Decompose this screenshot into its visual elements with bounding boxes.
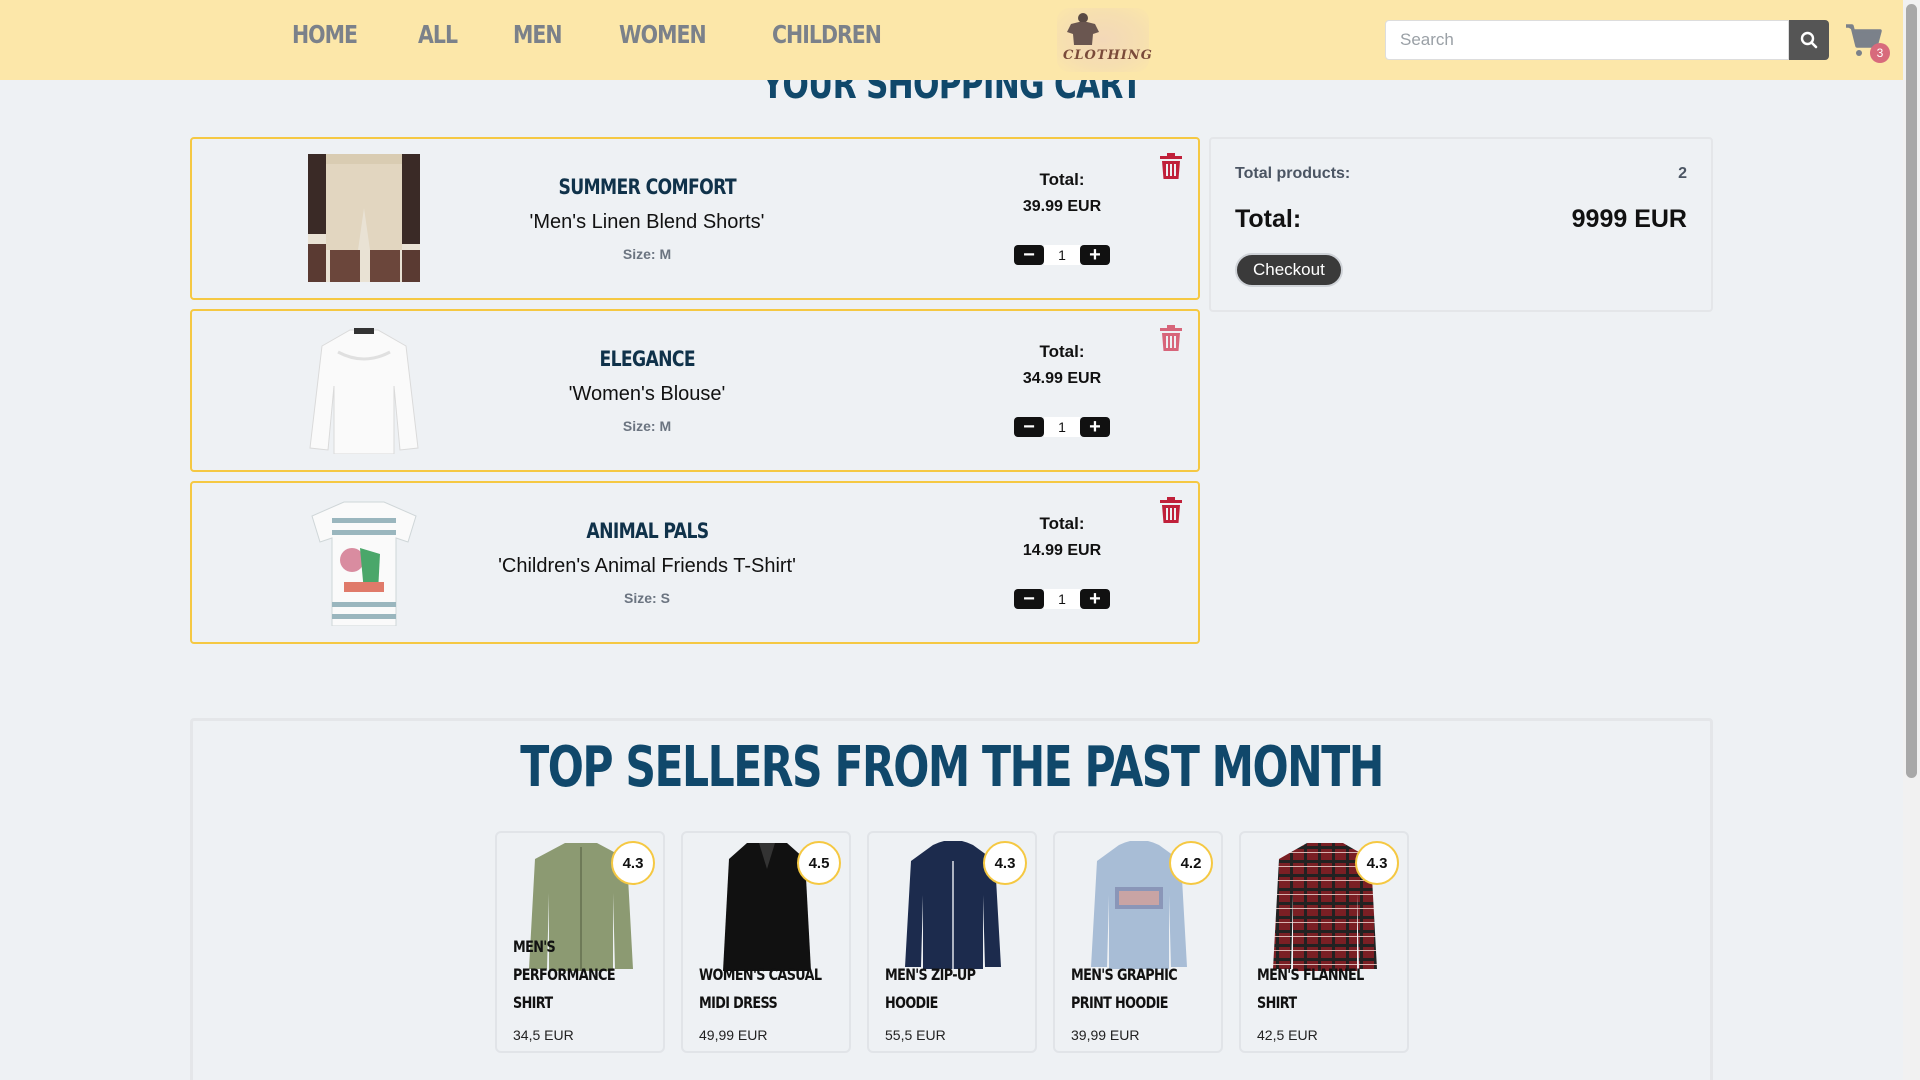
item-total-label: Total: bbox=[1039, 514, 1085, 533]
product-name: WOMEN'S CASUAL MIDI DRESS bbox=[699, 965, 822, 1012]
item-total-label: Total: bbox=[1039, 170, 1085, 189]
quantity-stepper: − 1 + bbox=[1014, 245, 1110, 265]
decrease-quantity-button[interactable]: − bbox=[1014, 589, 1044, 609]
main-nav: HOME ALL MEN WOMEN CHILDREN bbox=[292, 20, 952, 49]
top-navbar: HOME ALL MEN WOMEN CHILDREN CLOTHING 3 bbox=[0, 0, 1903, 80]
rating-badge: 4.3 bbox=[1355, 841, 1399, 885]
quantity-value: 1 bbox=[1044, 417, 1080, 437]
increase-quantity-button[interactable]: + bbox=[1080, 589, 1110, 609]
cart-item: SUMMER COMFORT 'Men's Linen Blend Shorts… bbox=[190, 137, 1200, 300]
nav-women-link[interactable]: WOMEN bbox=[619, 20, 707, 49]
search-button[interactable] bbox=[1789, 20, 1829, 60]
search-input[interactable] bbox=[1385, 20, 1789, 60]
item-brand: SUMMER COMFORT bbox=[558, 175, 736, 199]
item-total-label: Total: bbox=[1039, 342, 1085, 361]
order-total-label: Total: bbox=[1235, 205, 1302, 233]
item-brand: ELEGANCE bbox=[599, 347, 695, 371]
product-price: 34,5 EUR bbox=[513, 1027, 574, 1043]
decrease-quantity-button[interactable]: − bbox=[1014, 417, 1044, 437]
rating-badge: 4.3 bbox=[611, 841, 655, 885]
item-name: 'Women's Blouse' bbox=[568, 383, 726, 405]
shirt-logo-icon bbox=[1067, 13, 1099, 45]
item-brand: ANIMAL PALS bbox=[585, 519, 709, 543]
trash-icon[interactable] bbox=[1160, 153, 1182, 179]
item-size: Size: M bbox=[622, 246, 672, 262]
site-logo[interactable]: CLOTHING bbox=[1057, 8, 1152, 72]
checkout-button[interactable]: Checkout bbox=[1235, 253, 1343, 287]
product-image[interactable] bbox=[308, 326, 420, 454]
quantity-stepper: − 1 + bbox=[1014, 417, 1110, 437]
cart-item: ELEGANCE 'Women's Blouse' Size: M Total:… bbox=[190, 309, 1200, 472]
product-name: MEN'S PERFORMANCE SHIRT bbox=[513, 937, 616, 1012]
vertical-scrollbar[interactable] bbox=[1903, 0, 1920, 1080]
product-price: 49,99 EUR bbox=[699, 1027, 768, 1043]
cart-item: ANIMAL PALS 'Children's Animal Friends T… bbox=[190, 481, 1200, 644]
nav-children-link[interactable]: CHILDREN bbox=[772, 20, 882, 49]
product-price: 55,5 EUR bbox=[885, 1027, 946, 1043]
product-image[interactable] bbox=[308, 498, 420, 626]
top-sellers-section: TOP SELLERS FROM THE PAST MONTH 4.3 MEN'… bbox=[190, 718, 1713, 1080]
quantity-stepper: − 1 + bbox=[1014, 589, 1110, 609]
order-total-value: 9999 EUR bbox=[1571, 205, 1687, 233]
search-bar bbox=[1385, 20, 1829, 60]
product-name: MEN'S GRAPHIC PRINT HOODIE bbox=[1071, 965, 1178, 1012]
logo-text: CLOTHING bbox=[1063, 48, 1153, 63]
order-summary: Total products: 2 Total: 9999 EUR Checko… bbox=[1209, 137, 1713, 312]
item-size: Size: M bbox=[622, 418, 672, 434]
product-name: MEN'S FLANNEL SHIRT bbox=[1257, 965, 1364, 1012]
item-size: Size: S bbox=[624, 590, 670, 606]
product-name: MEN'S ZIP-UP HOODIE bbox=[885, 965, 976, 1012]
increase-quantity-button[interactable]: + bbox=[1080, 245, 1110, 265]
nav-home-link[interactable]: HOME bbox=[292, 20, 358, 49]
rating-badge: 4.5 bbox=[797, 841, 841, 885]
decrease-quantity-button[interactable]: − bbox=[1014, 245, 1044, 265]
total-products-label: Total products: bbox=[1235, 165, 1351, 182]
top-sellers-list: 4.3 MEN'S PERFORMANCE SHIRT 34,5 EUR 4.5… bbox=[495, 831, 1425, 1053]
product-card[interactable]: 4.3 MEN'S PERFORMANCE SHIRT 34,5 EUR bbox=[495, 831, 665, 1053]
nav-all-link[interactable]: ALL bbox=[418, 20, 458, 49]
rating-badge: 4.2 bbox=[1169, 841, 1213, 885]
product-price: 39,99 EUR bbox=[1071, 1027, 1140, 1043]
product-image[interactable] bbox=[308, 154, 420, 282]
cart-count-badge: 3 bbox=[1870, 43, 1890, 63]
nav-men-link[interactable]: MEN bbox=[513, 20, 563, 49]
item-total-value: 39.99 EUR bbox=[1022, 198, 1102, 215]
total-products-value: 2 bbox=[1678, 165, 1687, 182]
rating-badge: 4.3 bbox=[983, 841, 1027, 885]
trash-icon[interactable] bbox=[1160, 497, 1182, 523]
trash-icon[interactable] bbox=[1160, 325, 1182, 351]
search-icon bbox=[1800, 31, 1818, 49]
product-card[interactable]: 4.3 MEN'S FLANNEL SHIRT 42,5 EUR bbox=[1239, 831, 1409, 1053]
item-total-value: 34.99 EUR bbox=[1022, 370, 1102, 387]
item-total-value: 14.99 EUR bbox=[1022, 542, 1102, 559]
increase-quantity-button[interactable]: + bbox=[1080, 417, 1110, 437]
item-name: 'Children's Animal Friends T-Shirt' bbox=[498, 555, 796, 577]
product-card[interactable]: 4.3 MEN'S ZIP-UP HOODIE 55,5 EUR bbox=[867, 831, 1037, 1053]
product-card[interactable]: 4.5 WOMEN'S CASUAL MIDI DRESS 49,99 EUR bbox=[681, 831, 851, 1053]
scrollbar-thumb[interactable] bbox=[1906, 4, 1917, 778]
product-price: 42,5 EUR bbox=[1257, 1027, 1318, 1043]
quantity-value: 1 bbox=[1044, 589, 1080, 609]
top-sellers-title: TOP SELLERS FROM THE PAST MONTH bbox=[520, 735, 1384, 800]
product-card[interactable]: 4.2 MEN'S GRAPHIC PRINT HOODIE 39,99 EUR bbox=[1053, 831, 1223, 1053]
item-name: 'Men's Linen Blend Shorts' bbox=[529, 211, 765, 233]
quantity-value: 1 bbox=[1044, 245, 1080, 265]
